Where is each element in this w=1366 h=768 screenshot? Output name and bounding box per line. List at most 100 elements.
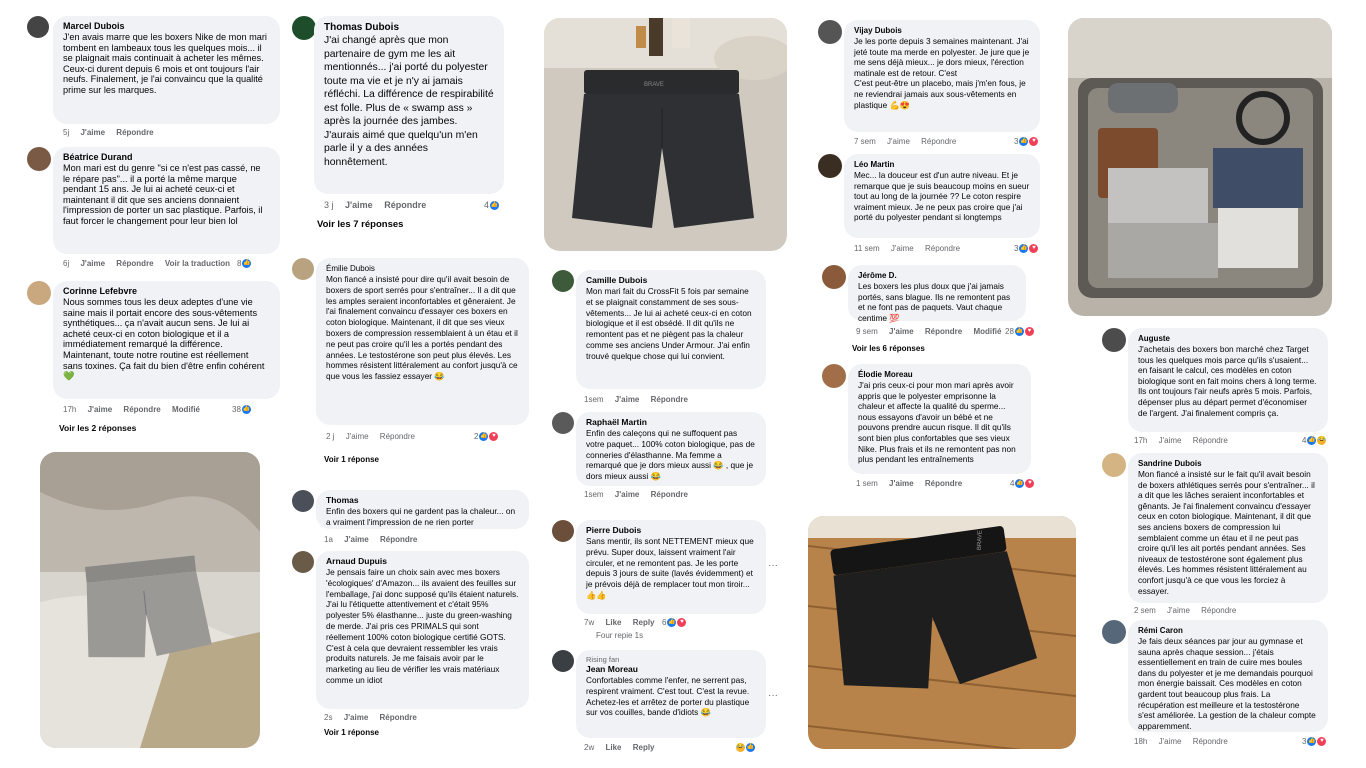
timestamp[interactable]: 7 sem [854, 137, 876, 146]
commenter-name[interactable]: Léo Martin [854, 159, 1030, 170]
commenter-name[interactable]: Corinne Lefebvre [63, 286, 270, 297]
commenter-name[interactable]: Thomas [326, 495, 519, 506]
timestamp[interactable]: 7w [584, 618, 594, 627]
timestamp[interactable]: 6j [63, 259, 69, 268]
timestamp[interactable]: 9 sem [856, 327, 878, 336]
avatar[interactable] [292, 258, 314, 280]
like-button[interactable]: J'aime [1159, 436, 1182, 445]
view-replies-link[interactable]: Voir 1 réponse [324, 728, 379, 737]
photo-shorts-on-table[interactable]: BRAVE [808, 516, 1076, 749]
like-button[interactable]: J'aime [615, 395, 640, 404]
reply-button[interactable]: Répondre [380, 432, 415, 441]
commenter-name[interactable]: Émilie Dubois [326, 263, 519, 274]
like-button[interactable]: J'aime [889, 479, 914, 488]
reaction-count[interactable]: 3 👍 ♥ [1014, 244, 1039, 253]
timestamp[interactable]: 1sem [584, 490, 604, 499]
reaction-count[interactable]: 3 👍 ♥ [1302, 737, 1327, 746]
reply-button[interactable]: Répondre [651, 395, 688, 404]
commenter-name[interactable]: Jean Moreau [586, 664, 756, 675]
reply-button[interactable]: Répondre [925, 479, 962, 488]
commenter-name[interactable]: Sandrine Dubois [1138, 458, 1318, 469]
reaction-count[interactable]: 4 👍 😂 [1302, 436, 1327, 445]
timestamp[interactable]: 1 sem [856, 479, 878, 488]
timestamp[interactable]: 17h [63, 405, 76, 414]
timestamp[interactable]: 2w [584, 743, 594, 752]
view-replies-link[interactable]: Voir les 2 réponses [59, 423, 136, 433]
reaction-count[interactable]: 8 👍 [237, 259, 252, 268]
commenter-name[interactable]: Pierre Dubois [586, 525, 756, 536]
avatar[interactable] [1102, 328, 1126, 352]
commenter-name[interactable]: Raphaël Martin [586, 417, 756, 428]
like-button[interactable]: J'aime [615, 490, 640, 499]
reply-button[interactable]: Reply [633, 618, 655, 627]
view-replies-link[interactable]: Voir 1 réponse [324, 455, 379, 464]
reply-button[interactable]: Répondre [380, 713, 417, 722]
reply-button[interactable]: Répondre [384, 200, 426, 210]
like-button[interactable]: J'aime [887, 137, 910, 146]
avatar[interactable] [27, 281, 51, 305]
reply-button[interactable]: Répondre [1193, 737, 1228, 746]
like-button[interactable]: J'aime [80, 128, 105, 137]
photo-shorts-on-towel[interactable]: BRAVE [544, 18, 787, 251]
like-button[interactable]: J'aime [889, 327, 914, 336]
view-replies-link[interactable]: Voir les 7 réponses [317, 219, 403, 230]
reaction-count[interactable]: 4 👍 [484, 200, 500, 210]
timestamp[interactable]: 2s [324, 713, 332, 722]
avatar[interactable] [552, 650, 574, 672]
like-button[interactable]: Like [605, 618, 621, 627]
avatar[interactable] [822, 265, 846, 289]
view-replies-link[interactable]: Voir les 6 réponses [852, 344, 925, 353]
timestamp[interactable]: 5j [63, 128, 69, 137]
timestamp[interactable]: 3 j [324, 200, 334, 210]
like-button[interactable]: J'aime [344, 535, 369, 544]
timestamp[interactable]: 2 sem [1134, 606, 1156, 615]
like-button[interactable]: J'aime [891, 244, 914, 253]
avatar[interactable] [552, 520, 574, 542]
more-options-icon[interactable]: ··· [768, 690, 778, 701]
reply-button[interactable]: Répondre [1201, 606, 1236, 615]
reply-preview[interactable]: Four repie 1s [596, 631, 643, 640]
timestamp[interactable]: 18h [1134, 737, 1147, 746]
like-button[interactable]: J'aime [88, 405, 113, 414]
avatar[interactable] [552, 412, 574, 434]
like-button[interactable]: J'aime [1167, 606, 1190, 615]
reply-button[interactable]: Reply [633, 743, 655, 752]
more-options-icon[interactable]: ··· [768, 560, 778, 571]
reply-button[interactable]: Répondre [116, 128, 153, 137]
avatar[interactable] [818, 20, 842, 44]
timestamp[interactable]: 1sem [584, 395, 604, 404]
photo-shorts-on-bed[interactable] [40, 452, 260, 748]
like-button[interactable]: J'aime [346, 432, 369, 441]
avatar[interactable] [818, 154, 842, 178]
reply-button[interactable]: Répondre [925, 244, 960, 253]
timestamp[interactable]: 1a [324, 535, 333, 544]
avatar[interactable] [822, 364, 846, 388]
commenter-name[interactable]: Marcel Dubois [63, 21, 270, 32]
reaction-count[interactable]: 6 👍 ♥ [662, 618, 687, 627]
commenter-name[interactable]: Arnaud Dupuis [326, 556, 519, 567]
commenter-name[interactable]: Élodie Moreau [858, 369, 1021, 380]
reply-button[interactable]: Répondre [651, 490, 688, 499]
commenter-name[interactable]: Rémi Caron [1138, 625, 1318, 636]
like-button[interactable]: J'aime [80, 259, 105, 268]
avatar[interactable] [27, 16, 49, 38]
timestamp[interactable]: 17h [1134, 436, 1147, 445]
avatar[interactable] [292, 16, 316, 40]
avatar[interactable] [1102, 620, 1126, 644]
like-button[interactable]: J'aime [345, 200, 373, 210]
commenter-name[interactable]: Jérôme D. [858, 270, 1016, 281]
commenter-name[interactable]: Thomas Dubois [324, 21, 494, 34]
commenter-name[interactable]: Vijay Dubois [854, 25, 1030, 36]
timestamp[interactable]: 11 sem [854, 244, 880, 253]
avatar[interactable] [1102, 453, 1126, 477]
reaction-icons[interactable]: 😂 👍 [736, 743, 755, 752]
reply-button[interactable]: Répondre [1193, 436, 1228, 445]
translate-button[interactable]: Voir la traduction [165, 259, 230, 268]
commenter-name[interactable]: Béatrice Durand [63, 152, 270, 163]
reply-button[interactable]: Répondre [925, 327, 962, 336]
avatar[interactable] [27, 147, 51, 171]
avatar[interactable] [552, 270, 574, 292]
commenter-name[interactable]: Camille Dubois [586, 275, 756, 286]
reaction-count[interactable]: 3 👍 ♥ [1014, 137, 1039, 146]
commenter-name[interactable]: Auguste [1138, 333, 1318, 344]
